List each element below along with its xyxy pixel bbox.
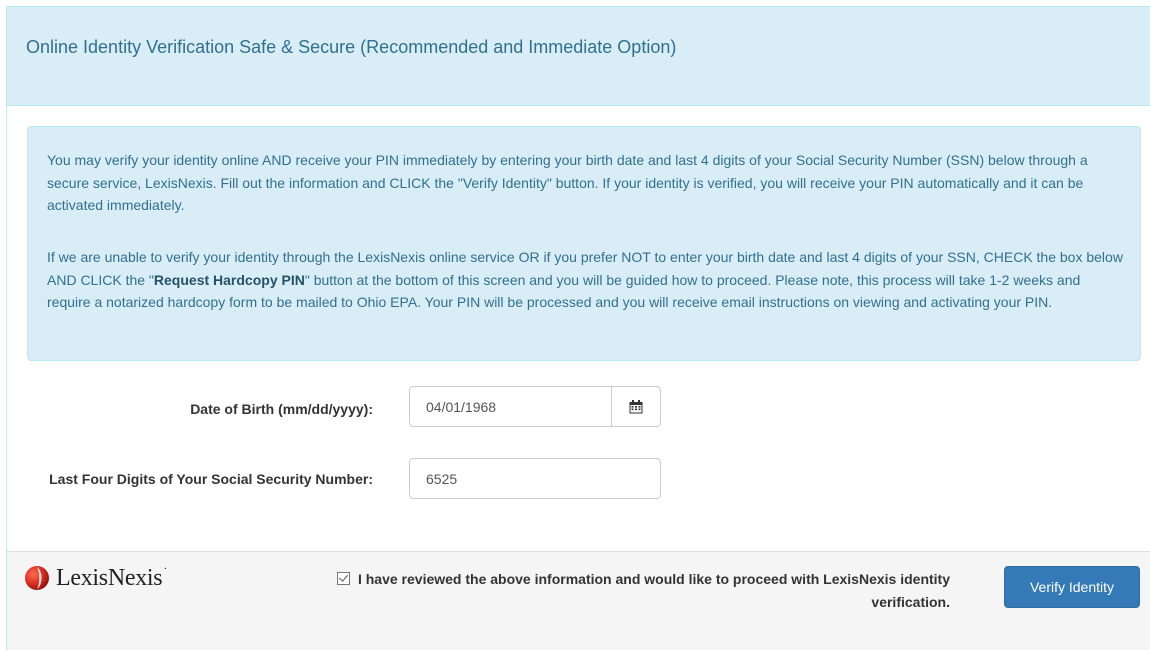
- logo-wordmark: LexisNexis: [56, 564, 163, 591]
- info-alert: You may verify your identity online AND …: [27, 126, 1141, 361]
- dob-label: Date of Birth (mm/dd/yyyy):: [190, 401, 373, 417]
- lexisnexis-logo: LexisNexis·: [24, 561, 167, 592]
- panel-heading: Online Identity Verification Safe & Secu…: [7, 7, 1150, 106]
- consent-checkbox[interactable]: [336, 572, 350, 585]
- lexisnexis-logo-text: LexisNexis·: [56, 561, 167, 592]
- info-paragraph-online: You may verify your identity online AND …: [47, 152, 1088, 213]
- consent-statement: I have reviewed the above information an…: [257, 568, 950, 614]
- panel-footer: LexisNexis· I have reviewed the above in…: [7, 551, 1150, 650]
- logo-mark: ·: [163, 560, 168, 575]
- panel-title: Online Identity Verification Safe & Secu…: [26, 37, 677, 57]
- consent-text: I have reviewed the above information an…: [357, 571, 950, 610]
- ssn-label: Last Four Digits of Your Social Security…: [49, 471, 373, 487]
- verify-identity-button[interactable]: Verify Identity: [1004, 566, 1140, 608]
- request-hardcopy-pin-emphasis: Request Hardcopy PIN: [153, 271, 305, 288]
- calendar-button[interactable]: [611, 386, 661, 427]
- ssn-last-four-input[interactable]: [409, 458, 661, 499]
- lexisnexis-logo-icon: [25, 566, 49, 590]
- calendar-icon: [629, 399, 643, 413]
- dob-input[interactable]: [409, 386, 612, 427]
- info-paragraph-hardcopy: If we are unable to verify your identity…: [47, 246, 1127, 314]
- identity-verification-panel: Online Identity Verification Safe & Secu…: [6, 6, 1150, 650]
